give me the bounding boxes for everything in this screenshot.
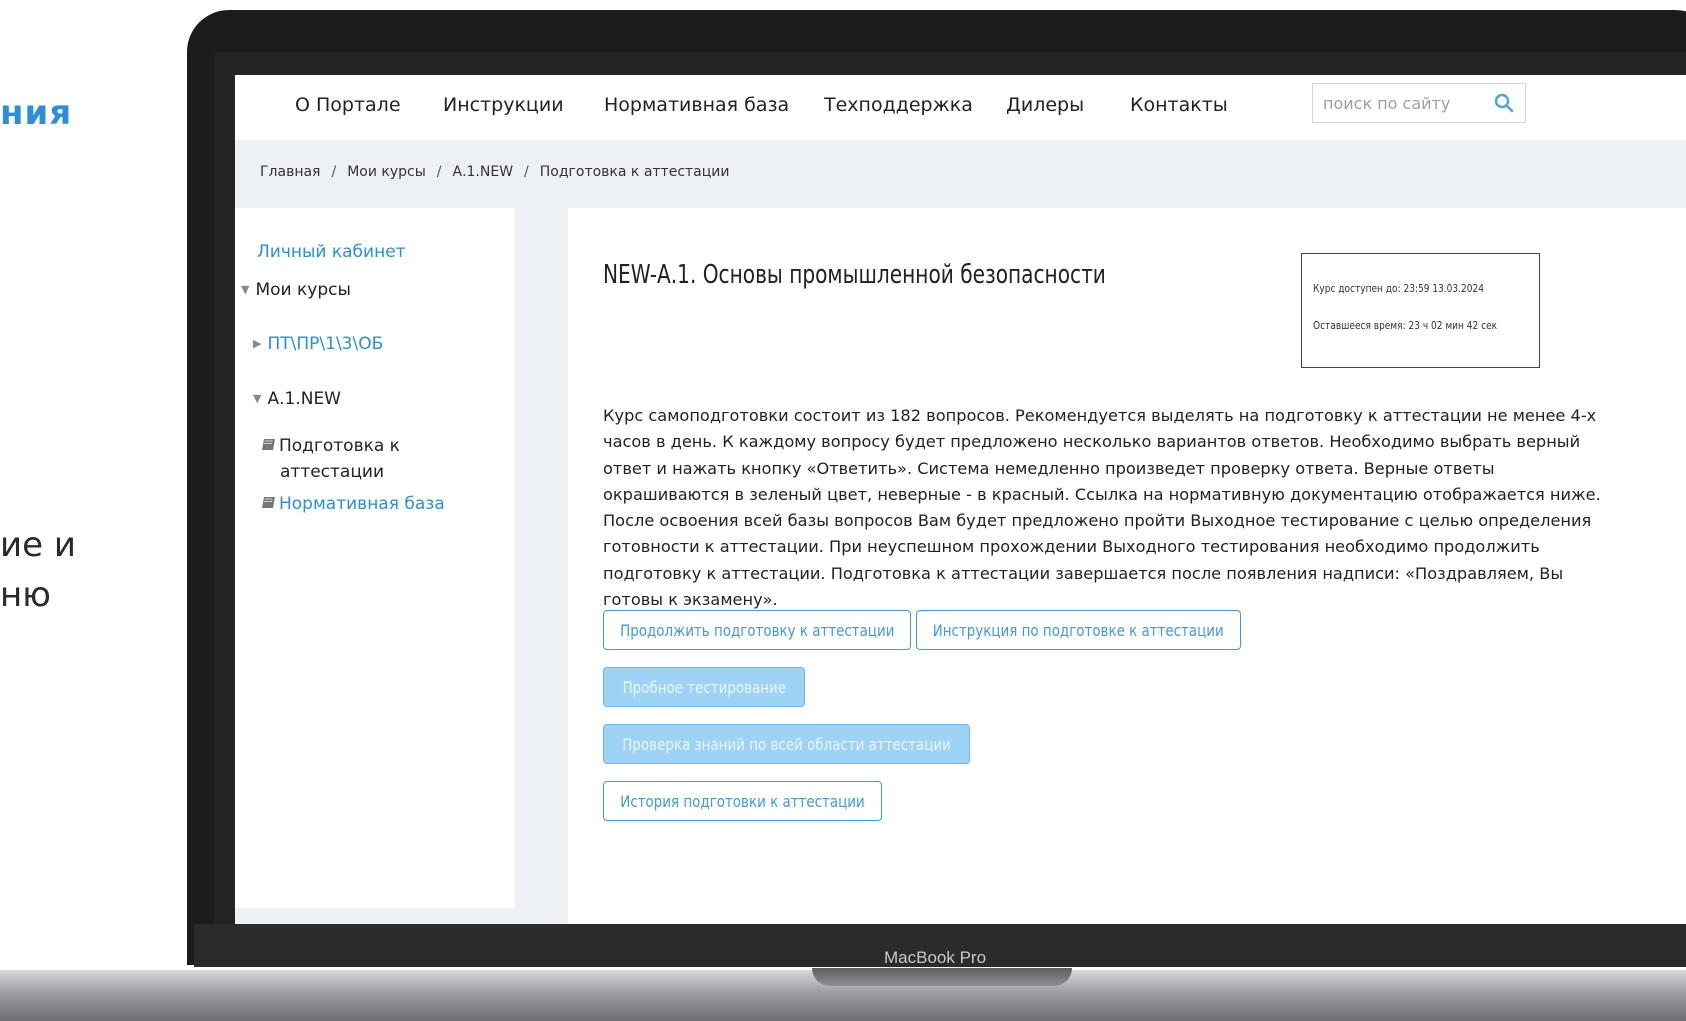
web-page: О Портале Инструкции Нормативная база Те… [235,75,1686,924]
breadcrumb: Главная / Мои курсы / А.1.NEW / Подготовка к а… [260,164,729,180]
sidebar-item-course-a1[interactable]: ▼ А.1.NEW [253,389,341,409]
time-left-text: Оставшееся время: 23 ч 02 мин 42 сек [1313,319,1498,332]
search-input[interactable] [1313,84,1503,122]
book-icon [261,495,276,509]
sidebar-item-label: А.1.NEW [267,389,341,409]
search-icon[interactable] [1493,92,1515,114]
sidebar-item-course-pt[interactable]: ▶ ПТ\ПР\1\3\ОБ [253,334,383,354]
book-icon [261,434,276,450]
nav-item-normative-base[interactable]: Нормативная база [604,94,789,116]
course-description: Курс самоподготовки состоит из 182 вопро… [603,406,1601,610]
caret-down-icon: ▼ [253,392,262,405]
device-label: MacBook Pro [884,948,987,967]
caret-right-icon: ▶ [253,337,262,350]
breadcrumb-course[interactable]: А.1.NEW [453,164,514,180]
sidebar-item-normative-base[interactable]: Нормативная база [261,494,445,514]
sidebar: Личный кабинет ▼ Мои курсы ▶ ПТ\ПР\1\3\ОБ … [235,208,515,908]
breadcrumb-separator: / [331,164,337,180]
slide-text-fragment-1: ие и [0,525,76,565]
nav-item-about[interactable]: О Портале [295,94,401,116]
breadcrumb-separator: / [524,164,529,180]
breadcrumb-home[interactable]: Главная [260,164,320,180]
top-nav: О Портале Инструкции Нормативная база Те… [235,75,1686,140]
breadcrumb-separator: / [436,164,442,180]
slide-heading-fragment: ния [0,93,73,133]
main-content: NEW-А.1. Основы промышленной безопасност… [568,208,1686,924]
breadcrumb-my-courses[interactable]: Мои курсы [347,164,426,180]
sidebar-item-my-courses[interactable]: ▼ Мои курсы [241,280,351,300]
sidebar-item-label: ПТ\ПР\1\3\ОБ [267,334,384,354]
nav-item-support[interactable]: Техподдержка [824,94,973,116]
page-title: NEW-А.1. Основы промышленной безопасност… [603,260,1106,290]
nav-item-dealers[interactable]: Дилеры [1006,94,1084,116]
search-box [1312,83,1526,123]
access-info-box: Курс доступен до: 23:59 13.03.2024 Остав… [1301,253,1540,368]
continue-preparation-button[interactable]: Продолжить подготовку к аттестации [603,610,911,650]
slide-text-fragment-2: ню [0,575,51,615]
nav-item-contacts[interactable]: Контакты [1130,94,1228,116]
sidebar-item-personal-cabinet[interactable]: Личный кабинет [257,242,406,262]
preparation-instruction-button[interactable]: Инструкция по подготовке к аттестации [916,610,1241,650]
sidebar-item-label: Мои курсы [255,280,351,300]
breadcrumb-current: Подготовка к аттестации [539,164,730,180]
access-until-text: Курс доступен до: 23:59 13.03.2024 [1313,282,1484,295]
sidebar-item-label-line2: аттестации [280,462,385,482]
laptop-screen: О Портале Инструкции Нормативная база Те… [214,52,1686,924]
trial-test-button[interactable]: Пробное тестирование [603,667,805,707]
caret-down-icon: ▼ [241,283,250,296]
full-knowledge-check-button[interactable]: Проверка знаний по всей области аттестац… [603,724,970,764]
nav-item-instructions[interactable]: Инструкции [443,94,564,116]
sidebar-item-preparation[interactable]: Подготовка к аттестации [261,433,400,485]
preparation-history-button[interactable]: История подготовки к аттестации [603,781,882,821]
sidebar-item-label: Нормативная база [279,494,445,514]
sidebar-item-label: Подготовка к [279,436,400,456]
laptop-notch [812,968,1072,986]
